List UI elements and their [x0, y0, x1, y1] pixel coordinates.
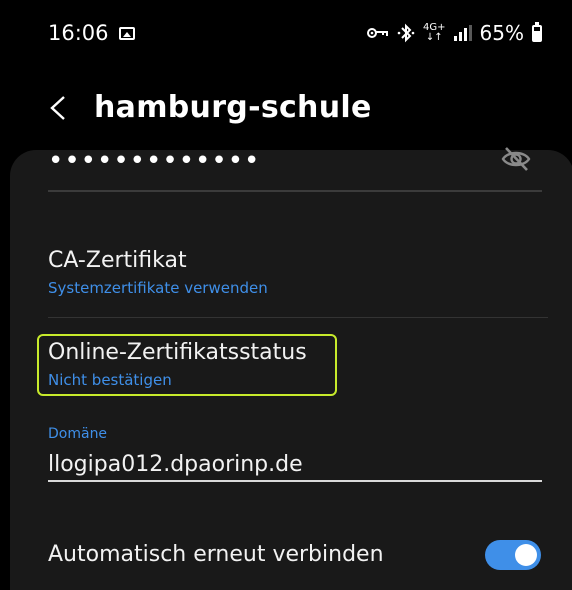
online-cert-status-title[interactable]: Online-Zertifikatsstatus: [48, 340, 307, 365]
password-underline: [48, 190, 542, 192]
signal-icon: [453, 25, 472, 41]
status-right: 4G+ ↓↑ 65%: [367, 21, 542, 45]
status-bar: 16:06 4G+ ↓↑ 65%: [0, 0, 572, 66]
auto-reconnect-toggle[interactable]: [485, 540, 541, 570]
page-title: hamburg-schule: [94, 90, 372, 125]
battery-percent: 65%: [479, 21, 524, 45]
domain-label: Domäne: [48, 426, 108, 442]
password-value[interactable]: •••••••••••••: [48, 146, 260, 176]
online-cert-status-value[interactable]: Nicht bestätigen: [48, 371, 172, 389]
auto-reconnect-label: Automatisch erneut verbinden: [48, 542, 384, 567]
password-field[interactable]: •••••••••••••: [48, 146, 542, 190]
ca-certificate-title[interactable]: CA-Zertifikat: [48, 248, 187, 273]
bluetooth-icon: [397, 23, 415, 43]
image-icon: [118, 26, 135, 40]
domain-input[interactable]: [48, 448, 542, 482]
network-icon: 4G+ ↓↑: [423, 22, 446, 43]
chevron-left-icon[interactable]: [47, 95, 69, 121]
status-time: 16:06: [48, 21, 109, 45]
eye-off-icon[interactable]: [500, 146, 532, 172]
page-header: hamburg-schule: [0, 72, 572, 142]
ca-divider: [48, 317, 548, 318]
toggle-knob: [515, 544, 537, 566]
battery-icon: [532, 21, 542, 42]
ca-certificate-value[interactable]: Systemzertifikate verwenden: [48, 279, 268, 297]
status-left: 16:06: [48, 21, 135, 45]
key-icon: [367, 28, 389, 38]
